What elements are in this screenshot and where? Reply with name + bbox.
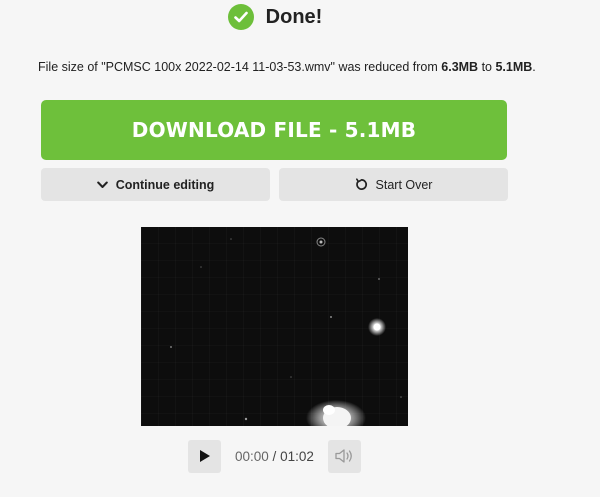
video-controls: 00:00 / 01:02: [188, 439, 363, 473]
original-size: 6.3MB: [441, 60, 479, 74]
video-preview[interactable]: [141, 227, 408, 426]
download-file-button[interactable]: DOWNLOAD FILE - 5.1MB: [41, 100, 507, 160]
current-time: 00:00: [235, 448, 269, 464]
new-size: 5.1MB: [495, 60, 533, 74]
continue-editing-button[interactable]: Continue editing: [41, 168, 270, 201]
playback-time: 00:00 / 01:02: [235, 449, 314, 464]
total-time: 01:02: [280, 448, 314, 464]
info-middle: to: [478, 60, 496, 74]
start-over-label: Start Over: [375, 177, 433, 192]
time-separator: /: [268, 448, 281, 464]
play-button[interactable]: [188, 439, 221, 473]
chevron-down-icon: [96, 181, 108, 189]
info-prefix: File size of "PCMSC 100x 2022-02-14 11-0…: [38, 60, 442, 74]
info-suffix: .: [532, 60, 536, 74]
restart-icon: [355, 178, 368, 191]
page-title: Done!: [265, 5, 323, 28]
check-circle-icon: [227, 4, 254, 30]
start-over-button[interactable]: Start Over: [279, 168, 508, 201]
done-header: Done!: [0, 4, 550, 30]
continue-editing-label: Continue editing: [115, 177, 215, 192]
play-icon: [199, 450, 210, 462]
video-frame-content: [170, 237, 402, 426]
volume-button[interactable]: [327, 439, 361, 473]
compression-info: File size of "PCMSC 100x 2022-02-14 11-0…: [38, 60, 558, 74]
volume-icon: [335, 449, 353, 463]
